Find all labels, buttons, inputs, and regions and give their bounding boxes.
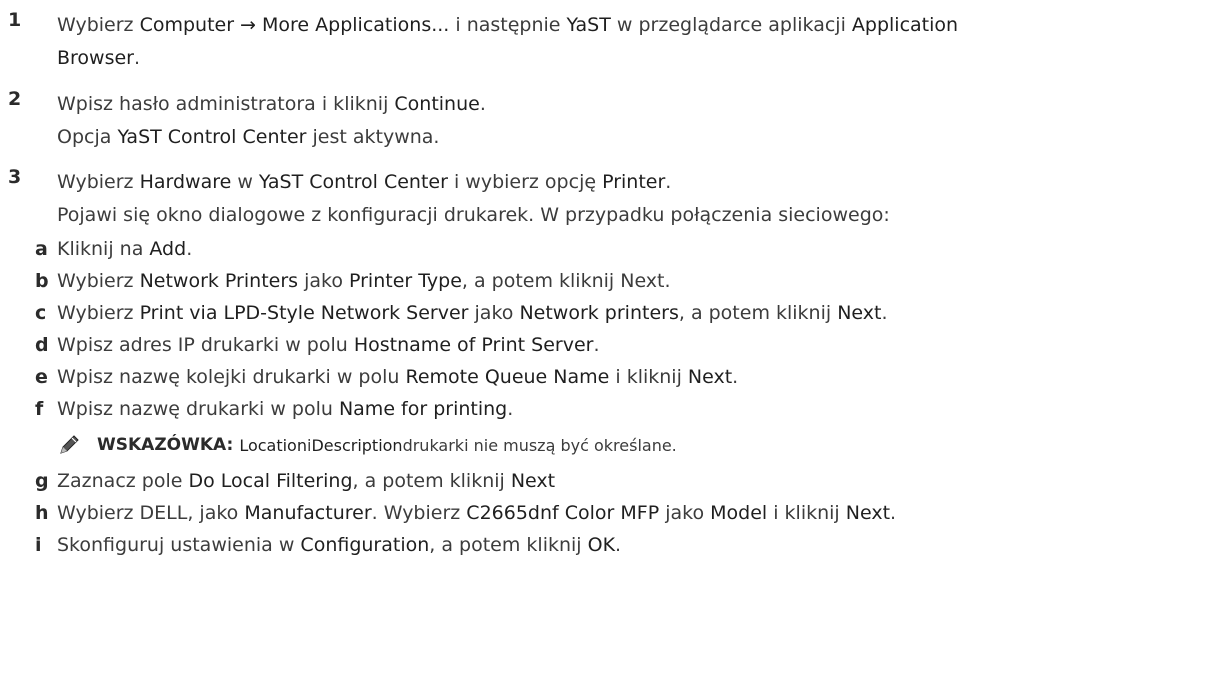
substep-f: f Wpisz nazwę drukarki w polu Name for pr…: [35, 398, 514, 420]
step-2-line-2: Opcja YaST Control Center jest aktywna.: [57, 126, 440, 148]
step-2: 2 Wpisz hasło administratora i kliknij C…: [0, 88, 486, 154]
yast-control-center-label: YaST Control Center: [117, 126, 307, 148]
yast-label: YaST: [566, 14, 611, 36]
substep-e: e Wpisz nazwę kolejki drukarki w polu Rem…: [35, 366, 739, 388]
application-label: Application: [851, 14, 959, 36]
browser-label: Browser: [57, 47, 134, 69]
step-1-line-1: Wybierz Computer → More Applications... …: [57, 14, 959, 36]
tip-label: WSKAZÓWKA:: [97, 435, 234, 455]
substep-g: g Zaznacz pole Do Local Filtering, a pote…: [35, 470, 556, 492]
substep-c: c Wybierz Print via LPD-Style Network Ser…: [35, 302, 888, 324]
tip-note: WSKAZÓWKA: Location i Description drukar…: [57, 433, 1215, 457]
step-number: 1: [8, 9, 22, 31]
step-number: 2: [8, 88, 22, 110]
step-3: 3 Wybierz Hardware w YaST Control Center…: [0, 166, 890, 232]
substep-h: h Wybierz DELL, jako Manufacturer. Wybier…: [35, 502, 897, 524]
menu-path: Computer → More Applications...: [139, 14, 450, 36]
step-number: 3: [8, 166, 22, 188]
step-3-line-1: Wybierz Hardware w YaST Control Center i…: [57, 171, 672, 193]
continue-label: Continue: [394, 93, 480, 115]
step-3-line-2: Pojawi się okno dialogowe z konfiguracji…: [57, 204, 890, 226]
substep-d: d Wpisz adres IP drukarki w polu Hostname…: [35, 334, 600, 356]
step-1-line-2: Browser.: [57, 47, 141, 69]
substep-b: b Wybierz Network Printers jako Printer T…: [35, 270, 671, 292]
pencil-note-icon: [57, 433, 81, 457]
substep-list: a Kliknij na Add. b Wybierz Network Printe…: [35, 233, 1215, 561]
step-2-line-1: Wpisz hasło administratora i kliknij Con…: [57, 93, 486, 115]
step-1: 1 Wybierz Computer → More Applications..…: [0, 9, 958, 75]
substep-a: a Kliknij na Add.: [35, 238, 193, 260]
substep-i: i Skonfiguruj ustawienia w Configuration,…: [35, 534, 622, 556]
